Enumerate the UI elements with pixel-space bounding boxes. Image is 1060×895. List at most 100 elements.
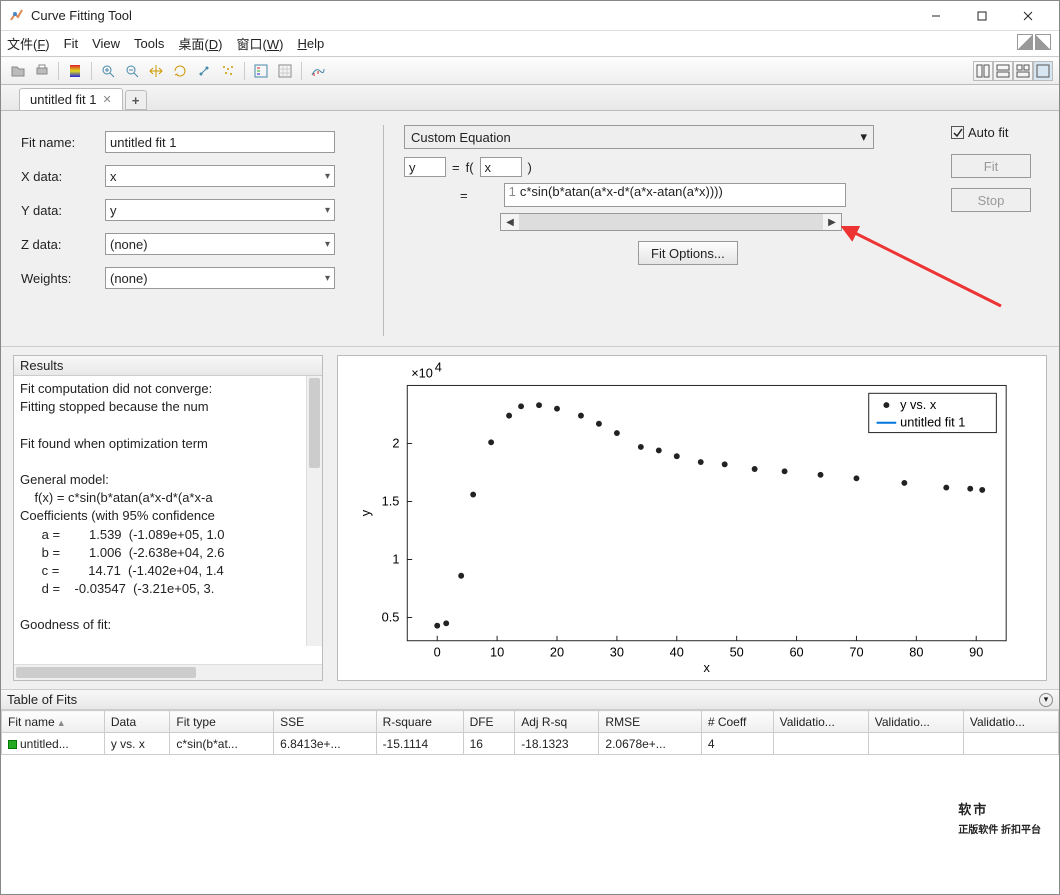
results-vscrollbar[interactable] [306, 376, 322, 646]
layout-3-icon[interactable] [1013, 61, 1033, 81]
menubar: 文件(F) Fit View Tools 桌面(D) 窗口(W) Help [1, 31, 1059, 57]
tab-label: untitled fit 1 [30, 92, 97, 107]
chevron-down-icon: ▾ [860, 129, 867, 145]
svg-text:80: 80 [909, 644, 923, 659]
results-hscrollbar[interactable] [14, 664, 322, 680]
titlebar: Curve Fitting Tool [1, 1, 1059, 31]
table-col-header[interactable]: SSE [274, 711, 376, 733]
config-panel: Fit name: X data: x▾ Y data: y▾ Z data: … [1, 111, 1059, 347]
table-col-header[interactable]: Validatio... [963, 711, 1058, 733]
f-label: f( [466, 160, 474, 175]
stop-button[interactable]: Stop [951, 188, 1031, 212]
add-tab-button[interactable]: + [125, 90, 147, 110]
menu-view[interactable]: View [92, 36, 120, 51]
fitname-label: Fit name: [21, 135, 99, 150]
table-col-header[interactable]: # Coeff [701, 711, 773, 733]
pan-icon[interactable] [145, 60, 167, 82]
table-col-header[interactable]: Validatio... [868, 711, 963, 733]
table-col-header[interactable]: Validatio... [773, 711, 868, 733]
fitname-input[interactable] [105, 131, 335, 153]
autofit-checkbox[interactable]: Auto fit [951, 125, 1047, 140]
zoom-in-icon[interactable] [97, 60, 119, 82]
table-col-header[interactable]: Data [104, 711, 170, 733]
brush-icon[interactable] [217, 60, 239, 82]
residuals-icon[interactable] [307, 60, 329, 82]
layout-4-icon[interactable] [1033, 61, 1053, 81]
layout-2-icon[interactable] [993, 61, 1013, 81]
equation-panel: Custom Equation▾ = f( ) = 1c*sin(b*atan(… [404, 125, 927, 336]
table-col-header[interactable]: R-square [376, 711, 463, 733]
svg-text:60: 60 [789, 644, 803, 659]
svg-text:50: 50 [730, 644, 744, 659]
menu-window[interactable]: 窗口(W) [236, 34, 283, 53]
scroll-left-icon[interactable]: ◀ [501, 214, 519, 230]
xdata-label: X data: [21, 169, 99, 184]
layout-1-icon[interactable] [973, 61, 993, 81]
grid-icon[interactable] [274, 60, 296, 82]
weights-select[interactable]: (none)▾ [105, 267, 335, 289]
svg-text:90: 90 [969, 644, 983, 659]
menu-desktop[interactable]: 桌面(D) [178, 34, 222, 53]
close-button[interactable] [1005, 1, 1051, 31]
scroll-right-icon[interactable]: ▶ [823, 214, 841, 230]
svg-text:y: y [358, 509, 373, 516]
collapse-icon[interactable]: ▾ [1039, 693, 1053, 707]
svg-text:x: x [704, 660, 711, 675]
menu-fit[interactable]: Fit [64, 36, 78, 51]
datacursor-icon[interactable] [193, 60, 215, 82]
ydata-label: Y data: [21, 203, 99, 218]
svg-text:40: 40 [670, 644, 684, 659]
svg-text:1.5: 1.5 [382, 493, 400, 508]
dock-icon-2[interactable] [1035, 34, 1051, 50]
equals-label-2: = [460, 188, 468, 203]
menu-tools[interactable]: Tools [134, 36, 164, 51]
table-col-header[interactable]: Adj R-sq [515, 711, 599, 733]
y-var-input[interactable] [404, 157, 446, 177]
svg-text:2: 2 [392, 435, 399, 450]
maximize-button[interactable] [959, 1, 1005, 31]
tablefits-header: Table of Fits [7, 692, 77, 707]
svg-text:untitled fit 1: untitled fit 1 [900, 415, 965, 430]
results-panel: Results Fit computation did not converge… [13, 355, 323, 681]
xdata-select[interactable]: x▾ [105, 165, 335, 187]
fit-tab[interactable]: untitled fit 1 ✕ [19, 88, 123, 110]
zdata-select[interactable]: (none)▾ [105, 233, 335, 255]
table-col-header[interactable]: DFE [463, 711, 515, 733]
zoom-out-icon[interactable] [121, 60, 143, 82]
ydata-select[interactable]: y▾ [105, 199, 335, 221]
svg-text:20: 20 [550, 644, 564, 659]
svg-text:0.5: 0.5 [382, 609, 400, 624]
plot-area[interactable]: ×1040.511.520102030405060708090xyy vs. x… [337, 355, 1047, 681]
minimize-button[interactable] [913, 1, 959, 31]
window-title: Curve Fitting Tool [31, 8, 913, 23]
fit-controls: Auto fit Fit Stop [927, 125, 1047, 336]
svg-text:30: 30 [610, 644, 624, 659]
x-var-input[interactable] [480, 157, 522, 177]
formula-input[interactable]: 1c*sin(b*atan(a*x-d*(a*x-atan(a*x)))) [504, 183, 846, 207]
open-icon[interactable] [7, 60, 29, 82]
fit-button[interactable]: Fit [951, 154, 1031, 178]
fit-type-select[interactable]: Custom Equation▾ [404, 125, 874, 149]
table-col-header[interactable]: Fit type [170, 711, 274, 733]
table-row[interactable]: untitled...y vs. xc*sin(b*at...6.8413e+.… [2, 733, 1059, 755]
table-col-header[interactable]: RMSE [599, 711, 701, 733]
dock-icon-1[interactable] [1017, 34, 1033, 50]
results-body[interactable]: Fit computation did not converge: Fittin… [14, 376, 322, 664]
tab-close-icon[interactable]: ✕ [103, 93, 112, 106]
rotate-icon[interactable] [169, 60, 191, 82]
legend-icon[interactable] [250, 60, 272, 82]
scatter-plot: ×1040.511.520102030405060708090xyy vs. x… [338, 356, 1046, 680]
table-of-fits-panel: Table of Fits ▾ Fit name▲DataFit typeSSE… [1, 689, 1059, 848]
menu-file[interactable]: 文件(F) [7, 34, 50, 53]
table-col-header[interactable]: Fit name▲ [2, 711, 105, 733]
menu-help[interactable]: Help [297, 36, 324, 51]
formula-scrollbar[interactable]: ◀ ▶ [500, 213, 842, 231]
chevron-down-icon: ▾ [325, 239, 330, 250]
check-icon [953, 128, 963, 138]
fit-options-button[interactable]: Fit Options... [638, 241, 738, 265]
print-icon[interactable] [31, 60, 53, 82]
equals-label: = [452, 160, 460, 175]
svg-text:×10: ×10 [411, 366, 433, 381]
colorbar-icon[interactable] [64, 60, 86, 82]
svg-text:70: 70 [849, 644, 863, 659]
